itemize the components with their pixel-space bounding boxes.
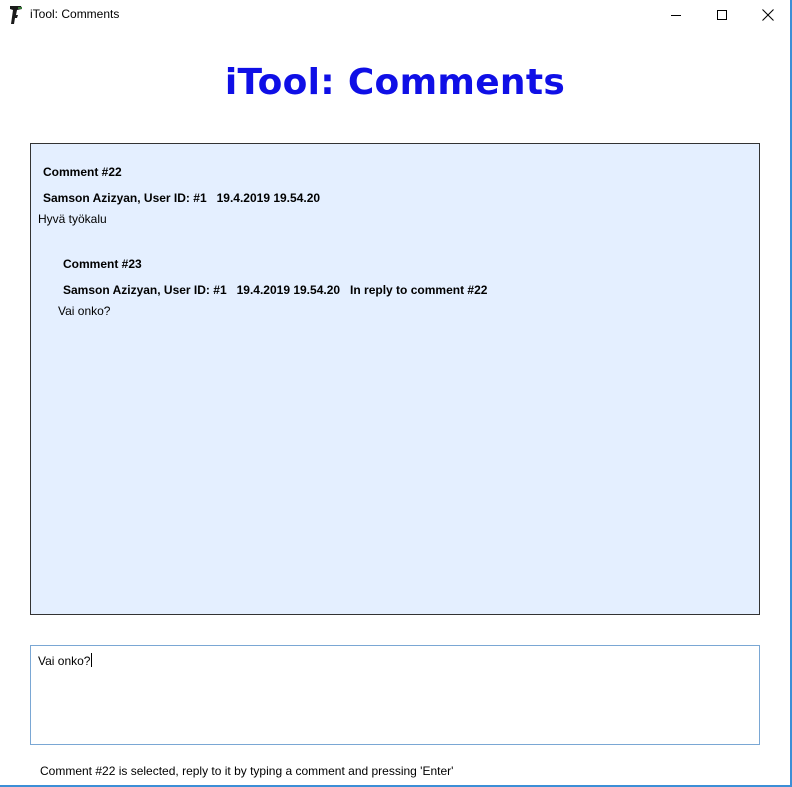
window-title: iTool: Comments: [30, 7, 120, 21]
status-text: Comment #22 is selected, reply to it by …: [40, 764, 454, 778]
app-window: iTool: Comments iTool: Comments Comment …: [0, 0, 792, 787]
comment-input-value: Vai onko?: [38, 654, 91, 668]
drill-icon: [10, 6, 22, 24]
comments-list[interactable]: Comment #22 Samson Azizyan, User ID: #1 …: [30, 143, 760, 615]
comment-meta: Samson Azizyan, User ID: #1 19.4.2019 19…: [43, 191, 321, 205]
close-button[interactable]: [745, 0, 791, 30]
comment-title: Comment #23: [63, 257, 142, 271]
maximize-icon: [716, 9, 727, 20]
comment-body: Vai onko?: [58, 304, 111, 318]
page-title: iTool: Comments: [224, 62, 566, 103]
comment-body: Hyvä työkalu: [38, 212, 107, 226]
comment-item-reply[interactable]: Comment #23 Samson Azizyan, User ID: #1 …: [31, 244, 759, 324]
maximize-button[interactable]: [699, 0, 745, 30]
minimize-button[interactable]: [653, 0, 699, 30]
comment-title: Comment #22: [43, 165, 122, 179]
comment-item[interactable]: Comment #22 Samson Azizyan, User ID: #1 …: [31, 144, 759, 234]
comment-input[interactable]: Vai onko?: [30, 645, 760, 745]
text-caret: [91, 653, 93, 667]
comment-meta: Samson Azizyan, User ID: #1 19.4.2019 19…: [63, 283, 488, 297]
title-bar[interactable]: iTool: Comments: [0, 0, 790, 30]
close-icon: [762, 9, 774, 21]
minimize-icon: [670, 14, 681, 16]
